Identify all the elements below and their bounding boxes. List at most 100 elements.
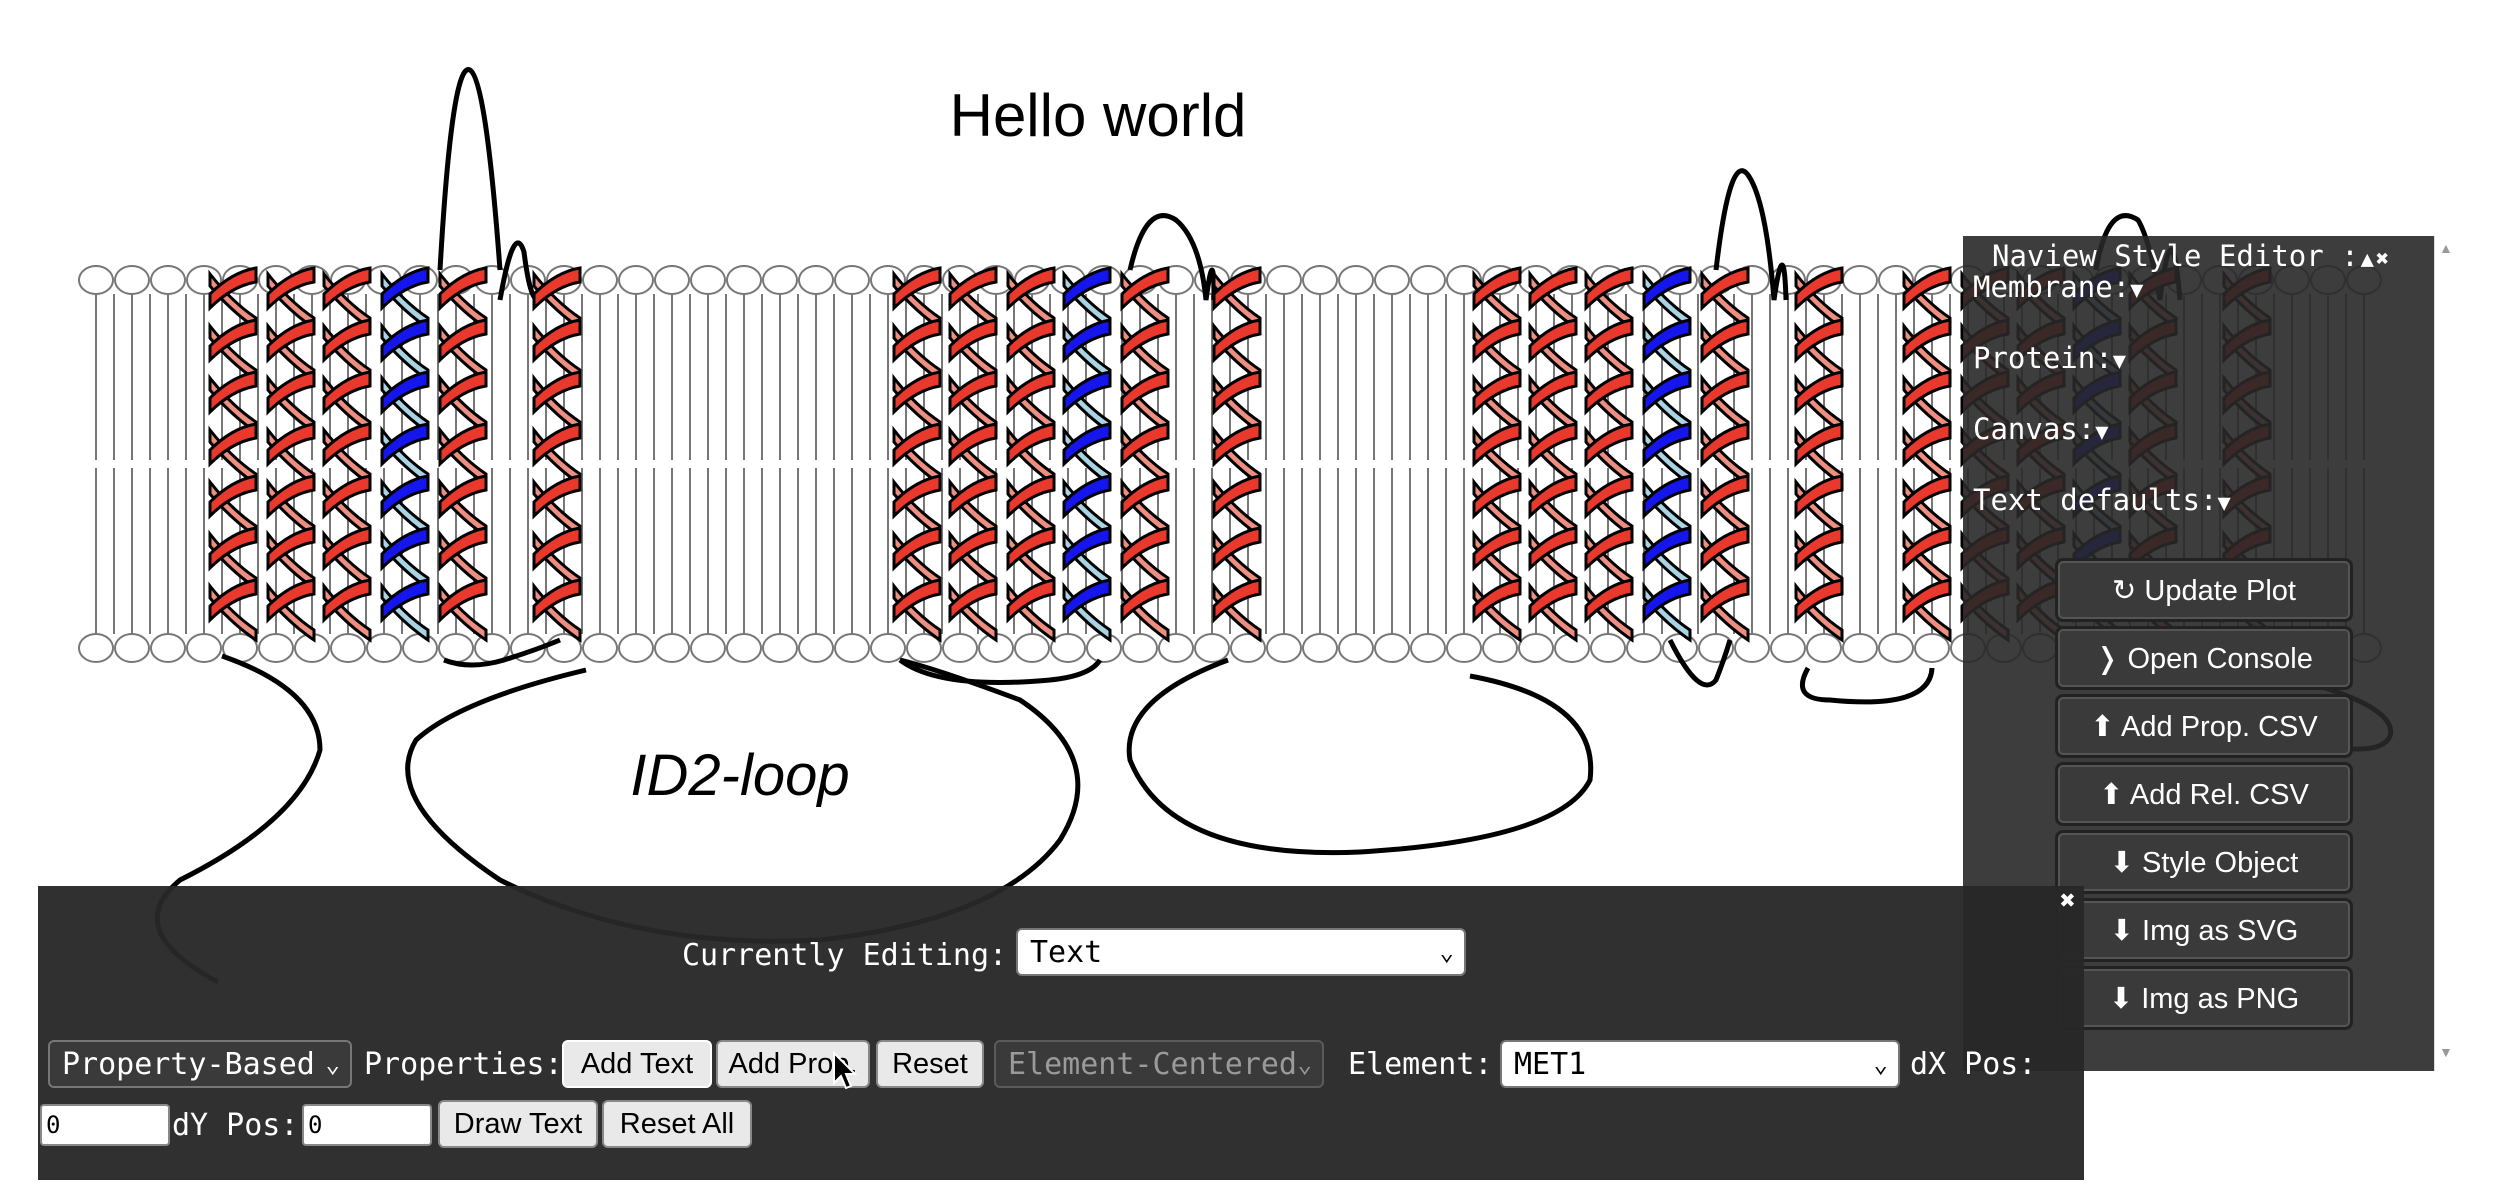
lipid-head [1806, 633, 1842, 663]
transmembrane-helix [1700, 266, 1750, 643]
lipid-head [834, 633, 870, 663]
lipid-head [618, 265, 654, 295]
add-text-button[interactable]: Add Text [562, 1040, 712, 1088]
dx-pos-label: dX Pos: [1910, 1047, 2037, 1082]
lipid-head [1050, 633, 1086, 663]
lipid-head [402, 633, 438, 663]
lipid-head [726, 265, 762, 295]
section-protein[interactable]: Protein:▼ [1973, 341, 2126, 375]
close-icon[interactable]: ✖ [2060, 886, 2076, 916]
add-rel-csv-button[interactable]: ⬆ Add Rel. CSV [2055, 762, 2353, 826]
lipid-head [582, 633, 618, 663]
element-select[interactable]: MET1 ⌄ [1500, 1040, 1900, 1088]
transmembrane-helix [1794, 266, 1844, 643]
lipid-head [1374, 633, 1410, 663]
lipid-head [150, 633, 186, 663]
close-icon[interactable]: ✖ [2376, 247, 2389, 272]
lipid-head [618, 633, 654, 663]
lipid-head [78, 265, 114, 295]
lipid-head [1410, 633, 1446, 663]
lipid-head [114, 265, 150, 295]
lipid-head [1878, 633, 1914, 663]
lipid-head [1410, 265, 1446, 295]
style-editor-scrollbar[interactable]: ▲ ▼ [2434, 236, 2459, 1071]
scroll-down-icon[interactable]: ▼ [2439, 1044, 2453, 1060]
anchor-select: Element-Centered ⌄ [994, 1040, 1324, 1088]
transmembrane-helix [1212, 266, 1262, 643]
chevron-down-icon: ▼ [2130, 278, 2144, 303]
section-canvas[interactable]: Canvas:▼ [1973, 412, 2108, 446]
lipid-head [150, 265, 186, 295]
lipid-head [1338, 265, 1374, 295]
section-membrane[interactable]: Membrane:▼ [1973, 270, 2143, 304]
transmembrane-helix [948, 266, 998, 643]
img-as-png-button[interactable]: ⬇ Img as PNG [2055, 966, 2353, 1030]
chevron-down-icon: ▼ [2095, 420, 2109, 445]
lipid-head [114, 633, 150, 663]
section-label: Canvas: [1973, 412, 2096, 446]
plot-title: Hello world [950, 82, 1247, 149]
img-as-svg-button[interactable]: ⬇ Img as SVG [2055, 898, 2353, 962]
mode-select-value: Property-Based [62, 1046, 315, 1082]
dx-pos-input[interactable]: 0 [40, 1104, 170, 1146]
chevron-down-icon: ⌄ [1873, 1050, 1888, 1078]
chevron-down-icon: ⌄ [1439, 938, 1454, 966]
transmembrane-helix [892, 266, 942, 643]
lipid-head [1194, 633, 1230, 663]
reset-all-button[interactable]: Reset All [602, 1100, 752, 1148]
currently-editing-select[interactable]: Text ⌄ [1016, 928, 1466, 976]
lipid-head [1518, 633, 1554, 663]
helices [208, 266, 2272, 643]
lipid-head [78, 633, 114, 663]
draw-text-button[interactable]: Draw Text [438, 1100, 598, 1148]
update-plot-button[interactable]: ↻ Update Plot [2055, 558, 2353, 622]
reset-button[interactable]: Reset [876, 1040, 984, 1088]
lipid-head [582, 265, 618, 295]
chevron-down-icon: ▼ [2217, 491, 2231, 516]
transmembrane-helix [266, 266, 316, 643]
lipid-head [762, 265, 798, 295]
mode-select[interactable]: Property-Based ⌄ [48, 1040, 352, 1088]
anchor-select-value: Element-Centered [1008, 1046, 1297, 1082]
section-label: Membrane: [1973, 270, 2131, 304]
lipid-head [1302, 265, 1338, 295]
lipid-head [762, 633, 798, 663]
lipid-head [1590, 633, 1626, 663]
transmembrane-helix [1120, 266, 1170, 643]
collapse-icon[interactable]: ▲ [2361, 247, 2374, 272]
currently-editing-label: Currently Editing: [682, 938, 1008, 973]
section-text-defaults[interactable]: Text defaults:▼ [1973, 483, 2231, 517]
style-editor-title: Naview Style Editor : [1992, 239, 2359, 273]
loop-segment [1799, 666, 1935, 705]
lipid-head [258, 633, 294, 663]
element-select-value: MET1 [1514, 1046, 1587, 1082]
lipid-head [726, 633, 762, 663]
transmembrane-helix [438, 266, 488, 643]
dy-pos-input[interactable]: 0 [302, 1104, 432, 1146]
lipid-head [1374, 265, 1410, 295]
loop-segment [898, 657, 1103, 685]
loop-segment [1126, 657, 1594, 856]
lipid-head [1338, 633, 1374, 663]
chevron-down-icon: ▼ [2112, 349, 2126, 374]
transmembrane-helix [1472, 266, 1522, 643]
scroll-up-icon[interactable]: ▲ [2439, 240, 2453, 256]
lipid-head [1770, 633, 1806, 663]
transmembrane-helix [208, 266, 258, 643]
lipid-head [834, 265, 870, 295]
text-editor-panel: ✖ Currently Editing: Text ⌄ Property-Bas… [38, 886, 2084, 1180]
lipid-head [1734, 633, 1770, 663]
open-console-button[interactable]: ❭ Open Console [2055, 626, 2353, 690]
lipid-head [654, 633, 690, 663]
lipid-head [1302, 633, 1338, 663]
properties-label: Properties: [364, 1047, 563, 1082]
section-label: Text defaults: [1973, 483, 2218, 517]
lipid-head [330, 633, 366, 663]
mouse-cursor-icon [833, 1051, 858, 1090]
style-object-button[interactable]: ⬇ Style Object [2055, 830, 2353, 894]
lipid-head [1914, 633, 1950, 663]
add-prop-csv-button[interactable]: ⬆ Add Prop. CSV [2055, 694, 2353, 758]
loop-segment [437, 67, 503, 271]
transmembrane-helix [532, 266, 582, 643]
element-label: Element: [1348, 1047, 1493, 1082]
